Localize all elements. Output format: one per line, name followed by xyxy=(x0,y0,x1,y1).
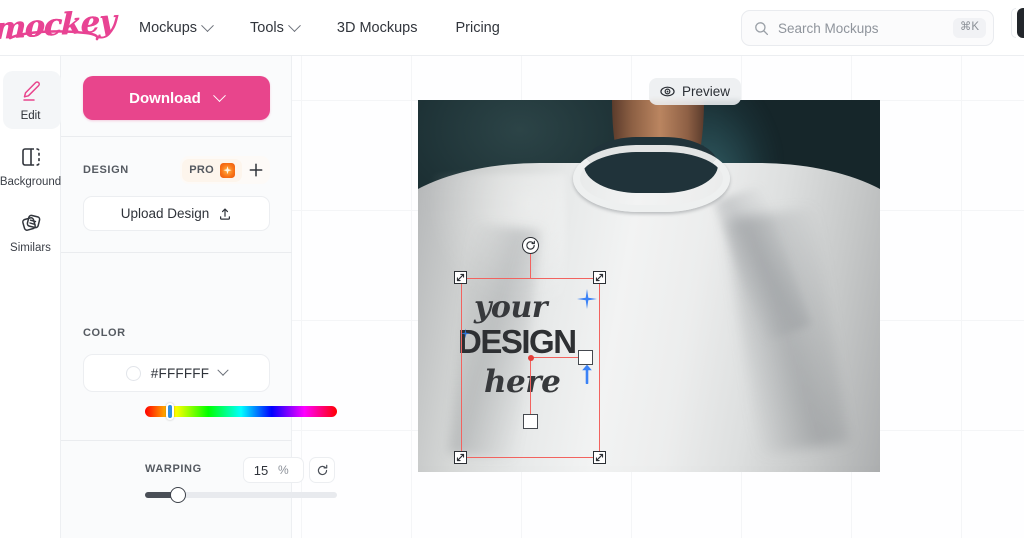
resize-handle-bottom-left[interactable] xyxy=(454,451,467,464)
preview-button[interactable]: Preview xyxy=(649,78,742,105)
resize-diagonal-icon xyxy=(456,273,465,282)
color-swatch xyxy=(125,365,141,381)
similars-icon xyxy=(19,211,43,235)
warping-reset-button[interactable] xyxy=(309,457,335,483)
upload-icon xyxy=(220,207,231,220)
edge-panel-toggle[interactable] xyxy=(1011,8,1016,38)
eye-icon xyxy=(660,86,675,97)
edge-dark-button[interactable] xyxy=(1017,8,1024,38)
logo-text: mockey xyxy=(0,3,117,47)
search-icon xyxy=(755,21,769,35)
preview-button-label: Preview xyxy=(682,84,731,99)
panel-divider xyxy=(61,136,292,137)
rotate-icon xyxy=(526,240,535,250)
color-heading: COLOR xyxy=(83,327,126,339)
rotate-handle[interactable] xyxy=(522,237,539,254)
rotate-connector-line xyxy=(530,253,532,279)
app-root: mockey Mockups Tools 3D Mockups Pricing xyxy=(0,0,1024,538)
sidebar-item-edit-label: Edit xyxy=(20,109,41,122)
color-hex-value: #FFFFFF xyxy=(150,365,210,381)
nav-item-pricing-label: Pricing xyxy=(455,20,500,36)
chevron-down-icon xyxy=(201,18,214,32)
sidebar-item-background-label: Background xyxy=(0,175,62,188)
panel-divider xyxy=(61,252,292,253)
resize-handle-bottom-right[interactable] xyxy=(593,451,606,464)
download-button-label: Download xyxy=(129,89,201,107)
mockup-canvas[interactable]: your DESIGN here Preview xyxy=(292,56,1024,538)
download-button-wrapper: Download xyxy=(61,56,291,120)
warping-heading: WARPING xyxy=(145,463,202,475)
chevron-down-icon xyxy=(217,364,229,376)
plus-icon xyxy=(249,163,263,177)
top-navigation-bar: mockey Mockups Tools 3D Mockups Pricing xyxy=(0,0,1024,56)
nav-item-tools-label: Tools xyxy=(250,20,284,36)
search-placeholder: Search Mockups xyxy=(778,20,879,36)
background-icon xyxy=(19,145,43,169)
selection-center-crosshair-v xyxy=(530,357,532,421)
mockey-logo[interactable]: mockey xyxy=(0,2,116,48)
tshirt-collar xyxy=(572,144,730,212)
warping-unit: % xyxy=(278,463,289,477)
left-tool-rail: Edit Background Similars xyxy=(0,56,61,538)
hue-slider-thumb[interactable] xyxy=(166,403,174,420)
selection-center-point xyxy=(527,354,534,361)
add-design-button[interactable] xyxy=(244,158,268,182)
design-actions: PRO xyxy=(180,156,270,184)
sidebar-item-similars[interactable]: Similars xyxy=(0,203,61,261)
pro-badge[interactable]: PRO xyxy=(182,158,242,182)
warping-value-input[interactable]: 15 % xyxy=(243,457,304,483)
warping-value: 15 xyxy=(253,462,269,478)
nav-item-pricing[interactable]: Pricing xyxy=(455,20,499,36)
nav-item-mockups-label: Mockups xyxy=(139,20,198,36)
search-shortcut-badge: ⌘K xyxy=(952,18,986,38)
resize-handle-top-right[interactable] xyxy=(593,271,606,284)
upload-design-label: Upload Design xyxy=(120,206,210,221)
resize-diagonal-icon xyxy=(595,273,604,282)
panel-divider xyxy=(61,440,292,441)
resize-diagonal-icon xyxy=(595,453,604,462)
nav-item-mockups[interactable]: Mockups xyxy=(139,18,214,36)
pro-sparkle-icon xyxy=(220,162,235,178)
design-section-header: DESIGN PRO xyxy=(61,148,292,192)
resize-handle-middle-right[interactable] xyxy=(578,350,593,365)
search-input[interactable]: Search Mockups ⌘K xyxy=(741,10,994,46)
chevron-down-icon xyxy=(288,18,301,32)
chevron-down-icon xyxy=(212,88,226,102)
download-button[interactable]: Download xyxy=(83,76,270,120)
upload-design-button[interactable]: Upload Design xyxy=(83,196,270,231)
design-heading: DESIGN xyxy=(83,164,129,176)
resize-diagonal-icon xyxy=(456,453,465,462)
color-hex-field[interactable]: #FFFFFF xyxy=(83,354,270,392)
nav-item-3d-mockups-label: 3D Mockups xyxy=(336,20,418,36)
reset-icon xyxy=(317,464,327,475)
selection-center-crosshair-h xyxy=(530,357,584,359)
resize-handle-middle-bottom[interactable] xyxy=(523,414,538,429)
resize-handle-top-left[interactable] xyxy=(454,271,467,284)
pencil-icon xyxy=(19,79,43,103)
nav-links: Mockups Tools 3D Mockups Pricing xyxy=(139,0,500,56)
sidebar-item-edit[interactable]: Edit xyxy=(0,71,61,129)
edit-settings-panel: Download DESIGN PRO Upload Design COLOR … xyxy=(61,56,337,538)
warping-slider-thumb[interactable] xyxy=(170,487,186,503)
nav-item-tools[interactable]: Tools xyxy=(250,18,301,36)
sidebar-item-similars-label: Similars xyxy=(10,241,51,254)
pro-badge-label: PRO xyxy=(189,164,214,176)
nav-item-3d-mockups[interactable]: 3D Mockups xyxy=(337,20,418,36)
sidebar-item-background[interactable]: Background xyxy=(0,137,61,195)
